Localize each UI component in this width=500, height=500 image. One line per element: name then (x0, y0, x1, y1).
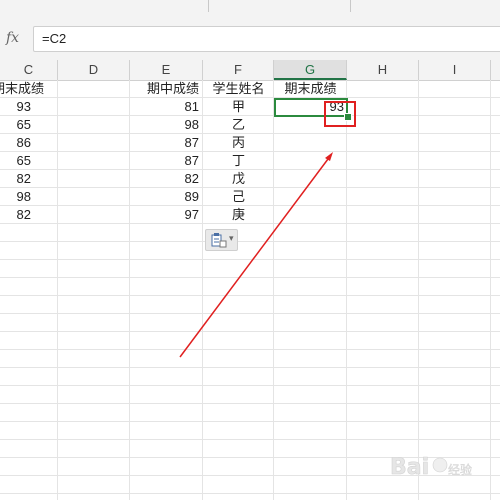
cell-f7[interactable]: 己 (203, 188, 274, 206)
formula-bar: fx =C2 (0, 14, 500, 61)
cell-c1[interactable]: 期末成绩 (0, 80, 54, 98)
fx-icon[interactable]: fx (6, 30, 19, 46)
cell-e1[interactable]: 期中成绩 (130, 80, 202, 98)
cell-f8[interactable]: 庚 (203, 206, 274, 224)
grid-line (0, 403, 500, 404)
paste-options-button[interactable]: ▾ (205, 229, 238, 251)
cell-e4[interactable]: 87 (130, 134, 202, 152)
cell-c8[interactable]: 82 (0, 206, 34, 224)
grid-line (490, 80, 491, 500)
formula-input[interactable]: =C2 (33, 26, 500, 52)
grid-line (0, 277, 500, 278)
grid-line (0, 385, 500, 386)
cell-c2[interactable]: 93 (0, 98, 34, 116)
fill-handle[interactable] (344, 113, 352, 121)
grid-line (0, 421, 500, 422)
cell-g1[interactable]: 期末成绩 (274, 80, 347, 98)
column-header-f[interactable]: F (203, 60, 274, 80)
grid-line (0, 259, 500, 260)
grid-line (0, 439, 500, 440)
toolbar-divider (208, 0, 209, 12)
cell-c4[interactable]: 86 (0, 134, 34, 152)
cell-f1[interactable]: 学生姓名 (203, 80, 274, 98)
chevron-down-icon: ▾ (229, 233, 234, 243)
paste-options-icon (211, 233, 227, 248)
grid-line (0, 331, 500, 332)
cell-c7[interactable]: 98 (0, 188, 34, 206)
cell-e7[interactable]: 89 (130, 188, 202, 206)
grid-line (0, 295, 500, 296)
watermark-logo: Bai 经验 (390, 455, 472, 481)
toolbar-divider (350, 0, 351, 12)
cell-e3[interactable]: 98 (130, 116, 202, 134)
cell-e5[interactable]: 87 (130, 152, 202, 170)
column-header-g[interactable]: G (274, 60, 347, 80)
grid-line (0, 493, 500, 494)
grid-line (57, 80, 58, 500)
cell-e8[interactable]: 97 (130, 206, 202, 224)
column-header-d[interactable]: D (58, 60, 130, 80)
grid-line (0, 349, 500, 350)
column-header-h[interactable]: H (347, 60, 419, 80)
column-header-i[interactable]: I (419, 60, 491, 80)
grid-line (0, 313, 500, 314)
cell-f5[interactable]: 丁 (203, 152, 274, 170)
cell-f4[interactable]: 丙 (203, 134, 274, 152)
grid-line (0, 241, 500, 242)
cell-f2[interactable]: 甲 (203, 98, 274, 116)
cell-c3[interactable]: 65 (0, 116, 34, 134)
grid-line (346, 80, 347, 500)
cell-c5[interactable]: 65 (0, 152, 34, 170)
column-header-e[interactable]: E (130, 60, 203, 80)
cell-f3[interactable]: 乙 (203, 116, 274, 134)
cell-c6[interactable]: 82 (0, 170, 34, 188)
column-header-next[interactable] (491, 60, 500, 80)
cell-g2[interactable]: 93 (274, 98, 347, 116)
grid-line (0, 367, 500, 368)
svg-text:Bai: Bai (390, 455, 429, 480)
toolbar-strip (0, 0, 500, 15)
cell-e2[interactable]: 81 (130, 98, 202, 116)
column-headers: C D E F G H I (0, 60, 500, 81)
grid-line (418, 80, 419, 500)
svg-text:经验: 经验 (448, 462, 472, 477)
cell-f6[interactable]: 戊 (203, 170, 274, 188)
cell-e6[interactable]: 82 (130, 170, 202, 188)
column-header-c[interactable]: C (0, 60, 58, 80)
